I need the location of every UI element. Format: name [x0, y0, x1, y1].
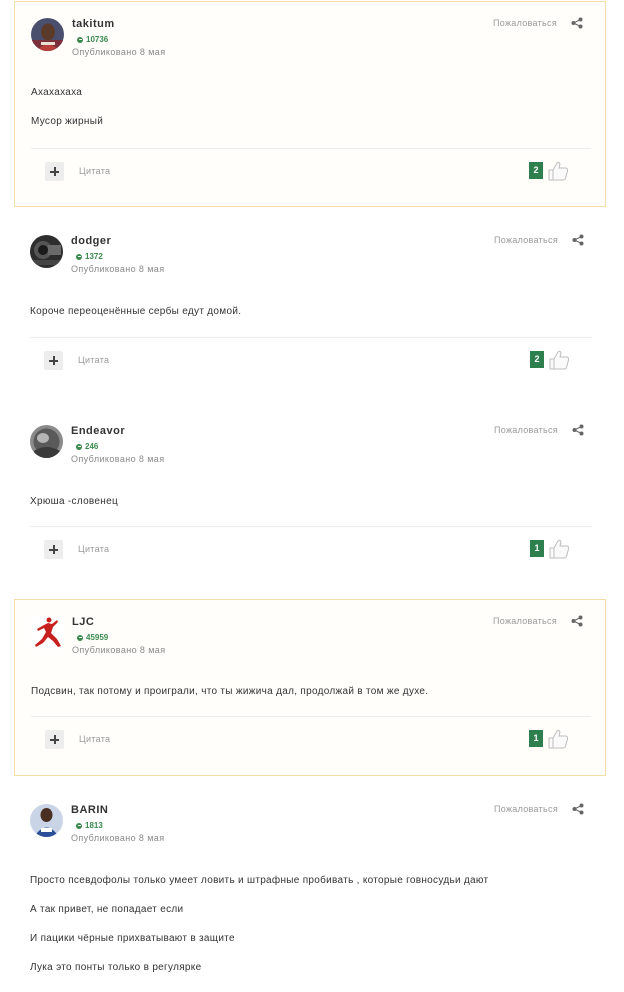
share-icon[interactable] — [572, 424, 584, 436]
reputation-badge: 10736 — [77, 35, 108, 44]
author-name[interactable]: LJC — [72, 616, 94, 628]
avatar[interactable] — [30, 235, 63, 268]
author-name[interactable]: takitum — [72, 18, 115, 30]
like-count: 1 — [529, 730, 543, 747]
reputation-value: 246 — [85, 442, 99, 451]
thumbs-up-icon[interactable] — [547, 728, 569, 749]
report-link[interactable]: Пожаловаться — [494, 804, 558, 814]
multiquote-button[interactable] — [45, 730, 64, 749]
quote-button[interactable]: Цитата — [79, 166, 110, 176]
report-link[interactable]: Пожаловаться — [494, 425, 558, 435]
post-body: Короче переоценённые сербы едут домой. — [30, 307, 592, 336]
post-date: Опубликовано 8 мая — [72, 645, 166, 655]
like-count: 1 — [530, 540, 544, 557]
post-date: Опубликовано 8 мая — [72, 47, 166, 57]
post-paragraph: Просто псевдофолы только умеет ловить и … — [30, 875, 489, 886]
author-name[interactable]: dodger — [71, 235, 111, 247]
post-body: Просто псевдофолы только умеет ловить и … — [30, 876, 592, 992]
post-date: Опубликовано 8 мая — [71, 454, 165, 464]
avatar[interactable] — [30, 425, 63, 458]
thumbs-up-icon[interactable] — [548, 349, 570, 370]
report-link[interactable]: Пожаловаться — [493, 616, 557, 626]
reputation-value: 45959 — [86, 633, 109, 642]
post: takitum 10736 Опубликовано 8 мая Пожалов… — [14, 1, 606, 207]
multiquote-button[interactable] — [44, 540, 63, 559]
quote-button[interactable]: Цитата — [79, 734, 110, 744]
post-footer: Цитата 2 — [31, 148, 591, 193]
post: BARIN 1813 Опубликовано 8 мая Пожаловать… — [14, 788, 606, 980]
quote-button[interactable]: Цитата — [78, 355, 109, 365]
reputation-icon — [77, 36, 83, 43]
post-body: Подсвин, так потому и проиграли, что ты … — [31, 687, 591, 716]
reputation-value: 10736 — [86, 35, 109, 44]
share-icon[interactable] — [571, 615, 583, 627]
reputation-badge: 246 — [76, 442, 98, 451]
post: dodger 1372 Опубликовано 8 мая Пожаловат… — [14, 219, 606, 389]
post-paragraph: А так привет, не попадает если — [30, 904, 184, 915]
post-footer: Цитата 1 — [30, 526, 592, 571]
post-body: Хрюша -словенец — [30, 497, 592, 526]
report-link[interactable]: Пожаловаться — [494, 235, 558, 245]
post-date: Опубликовано 8 мая — [71, 833, 165, 843]
reputation-badge: 1372 — [76, 252, 103, 261]
like-count: 2 — [530, 351, 544, 368]
reputation-icon — [76, 443, 82, 450]
author-name[interactable]: BARIN — [71, 804, 108, 816]
post-paragraph: Ахахахаха — [31, 87, 83, 98]
multiquote-button[interactable] — [45, 162, 64, 181]
reputation-badge: 45959 — [77, 633, 108, 642]
multiquote-button[interactable] — [44, 351, 63, 370]
avatar[interactable] — [30, 804, 63, 837]
post: Endeavor 246 Опубликовано 8 мая Пожалова… — [14, 409, 606, 579]
reputation-icon — [76, 253, 82, 260]
author-name[interactable]: Endeavor — [71, 425, 125, 437]
post-footer: Цитата 2 — [30, 337, 592, 382]
reputation-value: 1372 — [85, 252, 103, 261]
like-count: 2 — [529, 162, 543, 179]
thumbs-up-icon[interactable] — [548, 538, 570, 559]
share-icon[interactable] — [572, 234, 584, 246]
report-link[interactable]: Пожаловаться — [493, 18, 557, 28]
avatar[interactable] — [31, 616, 64, 649]
post-paragraph: Мусор жирный — [31, 116, 104, 127]
post-paragraph: Короче переоценённые сербы едут домой. — [30, 306, 242, 317]
post: LJC 45959 Опубликовано 8 мая Пожаловатьс… — [14, 599, 606, 776]
post-paragraph: Лука это понты только в регулярке — [30, 962, 202, 973]
quote-button[interactable]: Цитата — [78, 544, 109, 554]
reputation-icon — [77, 634, 83, 641]
post-paragraph: Хрюша -словенец — [30, 496, 119, 507]
thumbs-up-icon[interactable] — [547, 160, 569, 181]
post-date: Опубликовано 8 мая — [71, 264, 165, 274]
share-icon[interactable] — [572, 803, 584, 815]
reputation-icon — [76, 822, 82, 829]
reputation-badge: 1813 — [76, 821, 103, 830]
post-paragraph: И пацики чёрные прихватывают в защите — [30, 933, 235, 944]
share-icon[interactable] — [571, 17, 583, 29]
avatar[interactable] — [31, 18, 64, 51]
post-footer: Цитата 1 — [31, 716, 591, 761]
post-paragraph: Подсвин, так потому и проиграли, что ты … — [31, 686, 429, 697]
post-body: Ахахахаха Мусор жирный — [31, 88, 591, 146]
reputation-value: 1813 — [85, 821, 103, 830]
